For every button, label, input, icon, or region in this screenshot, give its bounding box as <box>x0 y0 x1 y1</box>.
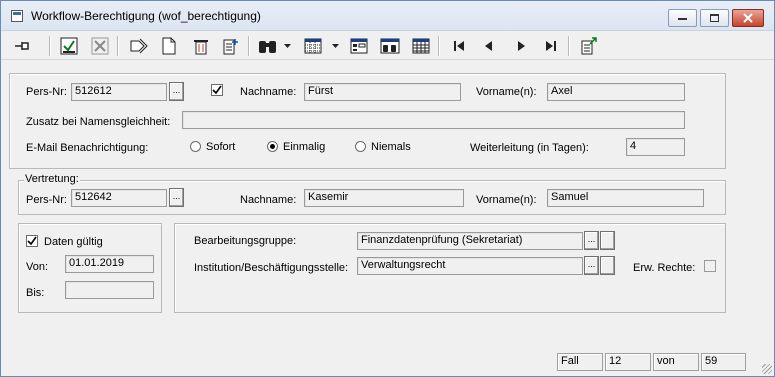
bearbeitungsgruppe-field[interactable]: Finanzdatenprüfung (Sekretariat) <box>357 232 583 250</box>
vertretung-lookup-button[interactable]: ... <box>169 188 184 207</box>
vorname-label: Vorname(n): <box>476 86 537 98</box>
vertretung-nachname-label: Nachname: <box>240 194 297 206</box>
zusatz-label: Zusatz bei Namensgleichheit: <box>26 116 171 128</box>
erw-rechte-checkbox[interactable] <box>704 260 716 272</box>
pers-nr-label: Pers-Nr: <box>26 86 67 98</box>
radio-sofort[interactable] <box>190 141 201 152</box>
toolbar-separator <box>248 36 249 56</box>
app-icon <box>11 10 23 22</box>
find-icon[interactable] <box>257 35 279 57</box>
status-fall-label: Fall <box>557 353 603 371</box>
radio-sofort-label: Sofort <box>206 141 236 153</box>
toolbar-separator <box>49 36 50 56</box>
bearbeitungsgruppe-label: Bearbeitungsgruppe: <box>194 235 297 247</box>
pin-icon[interactable] <box>11 35 33 57</box>
delete-icon[interactable] <box>190 35 212 57</box>
zusatz-field[interactable] <box>182 111 685 129</box>
bis-label: Bis: <box>26 287 45 299</box>
von-date-field[interactable]: 01.01.2019 <box>65 255 154 273</box>
vertretung-vorname-label: Vorname(n): <box>476 194 537 206</box>
previous-record-icon[interactable] <box>478 35 500 57</box>
close-button[interactable] <box>732 9 764 27</box>
grid-view-icon[interactable] <box>302 35 324 57</box>
last-record-icon[interactable] <box>540 35 562 57</box>
table-view-icon[interactable] <box>410 35 432 57</box>
nachname-field[interactable]: Fürst <box>304 83 461 101</box>
status-total-records: 59 <box>701 353 746 371</box>
nachname-label: Nachname: <box>240 86 297 98</box>
pers-nr-field[interactable]: 512612 <box>71 83 167 101</box>
radio-niemals-label: Niemals <box>371 141 411 153</box>
institution-lookup-button[interactable]: ... <box>584 256 599 275</box>
radio-niemals[interactable] <box>355 141 366 152</box>
toolbar-separator <box>568 36 569 56</box>
institution-label: Institution/Beschäftigungsstelle: <box>194 262 349 274</box>
save-icon[interactable] <box>58 35 80 57</box>
weiterleitung-field[interactable]: 4 <box>626 138 685 156</box>
vertretung-pers-nr-field[interactable]: 512642 <box>71 189 167 207</box>
person-active-checkbox[interactable] <box>211 84 223 96</box>
email-label: E-Mail Benachrichtigung: <box>26 142 149 154</box>
window-title: Workflow-Berechtigung (wof_berechtigung) <box>31 9 261 23</box>
insert-record-icon[interactable] <box>220 35 242 57</box>
status-von-label: von <box>653 353 699 371</box>
pers-nr-lookup-button[interactable]: ... <box>169 82 184 101</box>
copy-icon[interactable] <box>128 35 150 57</box>
resize-grip[interactable] <box>762 364 772 374</box>
grid-view-dropdown-icon[interactable] <box>330 35 342 57</box>
bearbeitungsgruppe-clear-button[interactable] <box>600 231 615 250</box>
toolbar <box>1 32 774 60</box>
vorname-field[interactable]: Axel <box>547 83 685 101</box>
institution-clear-button[interactable] <box>600 256 615 275</box>
institution-field[interactable]: Verwaltungsrecht <box>357 257 583 275</box>
vertretung-legend: Vertretung: <box>24 173 80 185</box>
von-label: Von: <box>26 261 49 273</box>
vertretung-nachname-field[interactable]: Kasemir <box>304 189 464 207</box>
erw-rechte-label: Erw. Rechte: <box>633 262 696 274</box>
toolbar-separator <box>117 36 118 56</box>
title-bar: Workflow-Berechtigung (wof_berechtigung) <box>1 1 774 31</box>
export-icon[interactable] <box>578 35 600 57</box>
next-record-icon[interactable] <box>510 35 532 57</box>
radio-einmalig-label: Einmalig <box>283 141 326 153</box>
bearbeitungsgruppe-lookup-button[interactable]: ... <box>584 231 599 250</box>
bis-date-field[interactable] <box>65 281 154 299</box>
daten-gueltig-label: Daten gültig <box>44 236 103 248</box>
cancel-icon[interactable] <box>89 35 111 57</box>
toolbar-separator <box>438 36 439 56</box>
status-current-record: 12 <box>605 353 651 371</box>
maximize-button[interactable] <box>700 9 729 27</box>
find-dropdown-icon[interactable] <box>282 35 294 57</box>
minimize-button[interactable] <box>668 9 697 27</box>
filter-view-icon[interactable] <box>379 35 401 57</box>
weiterleitung-label: Weiterleitung (in Tagen): <box>470 142 589 154</box>
form-view-icon[interactable] <box>348 35 370 57</box>
new-document-icon[interactable] <box>158 35 180 57</box>
first-record-icon[interactable] <box>448 35 470 57</box>
vertretung-pers-nr-label: Pers-Nr: <box>26 194 67 206</box>
daten-gueltig-checkbox[interactable] <box>26 235 38 247</box>
vertretung-vorname-field[interactable]: Samuel <box>547 189 704 207</box>
main-window: Workflow-Berechtigung (wof_berechtigung) <box>0 0 775 377</box>
radio-einmalig[interactable] <box>267 141 278 152</box>
